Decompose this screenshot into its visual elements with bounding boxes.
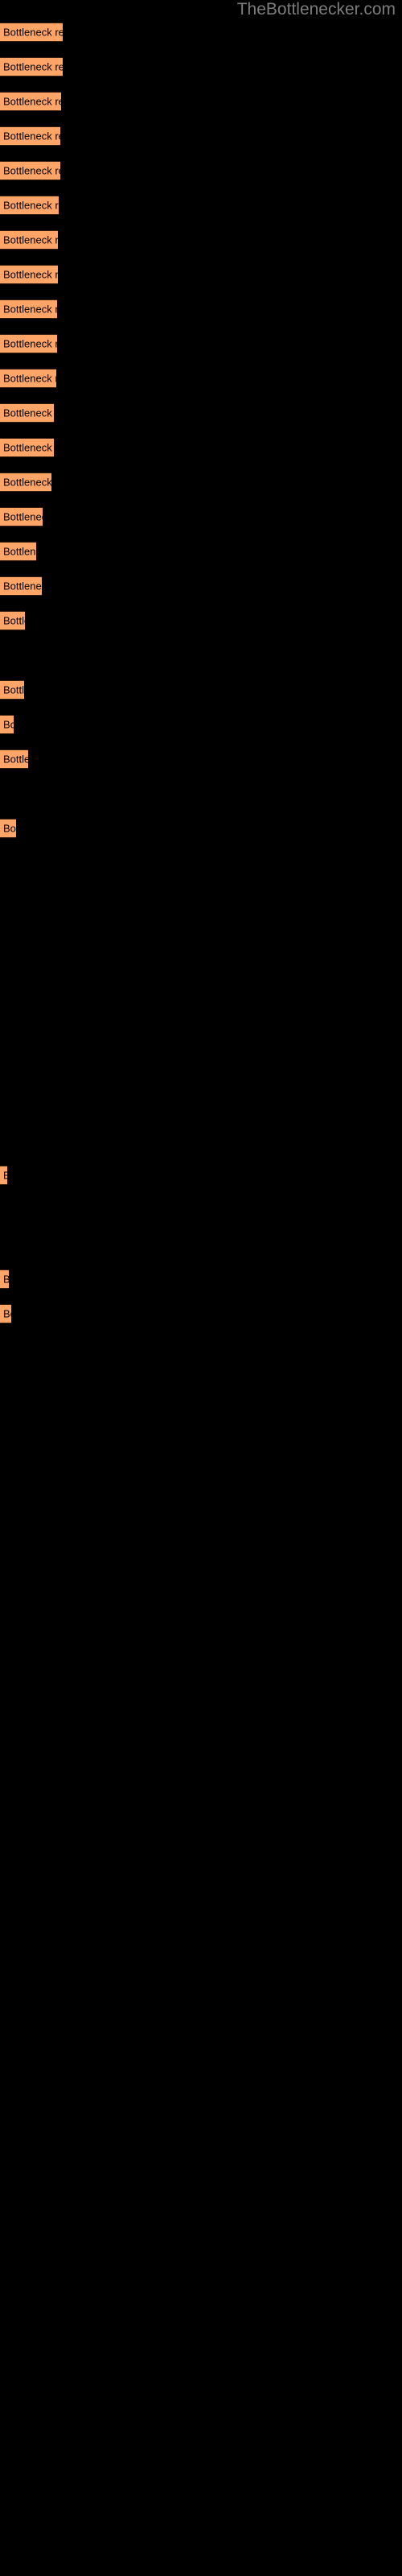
bar-11: Bottleneck result <box>0 369 56 388</box>
bar-19: Bottleneck result <box>0 680 24 700</box>
bar-label: Bottleneck result <box>3 95 61 108</box>
bar-14: Bottleneck result <box>0 473 51 492</box>
bar-label: Bottleneck result <box>3 683 24 696</box>
bar-label: Bottleneck result <box>3 441 54 454</box>
bar-9: Bottleneck result <box>0 299 57 319</box>
bar-1: Bottleneck result <box>0 23 63 42</box>
bar-label: Bottleneck result <box>3 822 16 835</box>
bar-24: Bottleneck result <box>0 1269 9 1289</box>
bar-label: Bottleneck result <box>3 372 56 385</box>
bar-label: Bottleneck result <box>3 1274 9 1286</box>
bar-20: Bottleneck result <box>0 715 14 734</box>
bar-label: Bottleneck result <box>3 130 60 142</box>
bar-22: Bottleneck result <box>0 819 16 838</box>
bar-2: Bottleneck result <box>0 57 63 76</box>
bar-label: Bottleneck result <box>3 303 57 316</box>
bar-23: Bottleneck result <box>0 1166 7 1185</box>
bar-15: Bottleneck result <box>0 507 43 526</box>
bar-7: Bottleneck result <box>0 230 58 250</box>
bar-label: Bottleneck result <box>3 337 57 350</box>
bar-21: Bottleneck result <box>0 749 28 769</box>
bar-25: Bottleneck result <box>0 1304 11 1323</box>
bar-16: Bottleneck result <box>0 542 36 561</box>
bar-label: Bottleneck result <box>3 580 42 592</box>
bar-label: Bottleneck result <box>3 476 51 489</box>
bar-label: Bottleneck result <box>3 614 25 627</box>
bar-label: Bottleneck result <box>3 26 63 39</box>
bar-10: Bottleneck result <box>0 334 57 353</box>
bar-12: Bottleneck result <box>0 403 54 423</box>
bar-8: Bottleneck result <box>0 265 58 284</box>
bar-label: Bottleneck result <box>3 164 60 177</box>
bar-label: Bottleneck result <box>3 268 58 281</box>
bar-3: Bottleneck result <box>0 92 61 111</box>
bar-label: Bottleneck result <box>3 510 43 523</box>
bottleneck-bar-chart: TheBottlenecker.com Bottleneck resultBot… <box>0 0 402 2576</box>
bar-18: Bottleneck result <box>0 611 25 630</box>
bar-label: Bottleneck result <box>3 199 59 212</box>
bar-5: Bottleneck result <box>0 161 60 180</box>
bar-label: Bottleneck result <box>3 60 63 73</box>
bars-layer: Bottleneck result Bottleneck result Bottle… <box>0 0 402 2576</box>
bar-label: Bottleneck result <box>3 1307 11 1320</box>
bar-17: Bottleneck result <box>0 576 42 596</box>
bar-label: Bottleneck result <box>3 545 36 558</box>
bar-13: Bottleneck result <box>0 438 54 457</box>
bar-label: Bottleneck result <box>3 407 54 419</box>
bar-label: Bottleneck result <box>3 753 28 766</box>
bar-4: Bottleneck result <box>0 126 60 146</box>
bar-label: Bottleneck result <box>3 1170 7 1182</box>
bar-label: Bottleneck result <box>3 233 58 246</box>
bar-label: Bottleneck result <box>3 718 14 731</box>
bar-6: Bottleneck result <box>0 196 59 215</box>
